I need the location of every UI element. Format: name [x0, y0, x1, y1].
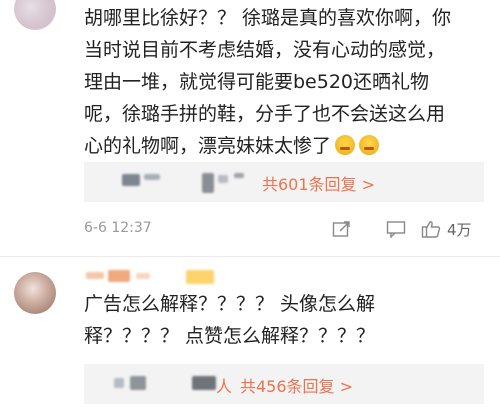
blurred-username: [86, 272, 104, 279]
divider: [0, 256, 500, 257]
comment-line: 呢，徐璐手拼的鞋，分手了也不会送这么用: [84, 103, 446, 125]
blurred-username: [108, 270, 130, 282]
comment-line-text: 心的礼物啊，漂亮妹妹太惨了: [84, 135, 332, 157]
comment-body: 胡哪里比徐好？？ 徐璐是真的喜欢你啊，你 当时说目前不考虑结婚，没有心动的感觉，…: [84, 2, 484, 162]
blurred-username: [218, 175, 228, 183]
comment-line: 当时说目前不考虑结婚，没有心动的感觉，: [84, 39, 446, 61]
reply-count-link[interactable]: 共601条回复 >: [262, 171, 375, 195]
reply-user-suffix: 人: [216, 377, 233, 396]
crying-face-emoji-icon: [359, 135, 380, 155]
comment-meta: 6-6 12:37 4万: [84, 218, 484, 242]
comment-line-last: 心的礼物啊，漂亮妹妹太惨了: [84, 130, 484, 162]
share-icon: [332, 221, 350, 237]
blurred-username: [234, 173, 244, 178]
reply-summary-box[interactable]: 人 共456条回复 >: [84, 364, 484, 404]
like-count: 4万: [447, 220, 472, 239]
comment-line: 理由一堆，就觉得可能要be520还晒礼物: [84, 71, 430, 93]
comment-icon: [386, 221, 406, 238]
timestamp: 6-6 12:37: [84, 220, 152, 236]
comment-line: 释？？？？ 点赞怎么解释？？？？: [84, 325, 376, 347]
reply-count-link[interactable]: 共456条回复 >: [240, 373, 353, 397]
comment-body: 广告怎么解释？？？？ 头像怎么解 释？？？？ 点赞怎么解释？？？？: [84, 288, 464, 352]
blurred-username: [186, 270, 214, 284]
avatar[interactable]: [14, 272, 56, 314]
share-button[interactable]: [332, 218, 352, 240]
blurred-username: [192, 376, 216, 390]
blurred-username: [144, 174, 160, 180]
comment-line: 胡哪里比徐好？？ 徐璐是真的喜欢你啊，你: [84, 7, 452, 29]
comment-button[interactable]: [386, 218, 406, 240]
blurred-username: [130, 376, 146, 390]
avatar[interactable]: [14, 0, 56, 30]
reply-summary-box[interactable]: 共601条回复 >: [84, 162, 484, 202]
blurred-username: [122, 174, 140, 186]
blurred-username: [136, 273, 150, 279]
reply-count-text: 共601条回复 >: [262, 175, 376, 194]
like-button[interactable]: 4万: [421, 218, 472, 240]
crying-face-emoji-icon: [335, 135, 356, 155]
blurred-username: [114, 378, 124, 388]
comment-line: 广告怎么解释？？？？ 头像怎么解: [84, 293, 376, 315]
thumbs-up-icon: [421, 221, 441, 238]
blurred-username: [202, 173, 214, 193]
reply-count-text: 共456条回复 >: [240, 377, 354, 396]
